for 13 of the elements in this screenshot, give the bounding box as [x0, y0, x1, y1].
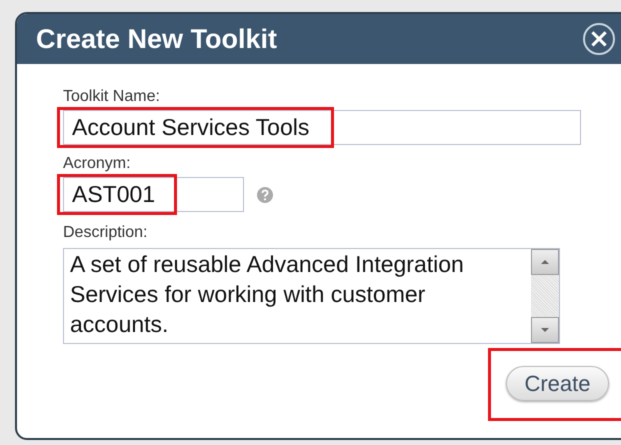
scrollbar[interactable] [531, 249, 559, 343]
help-icon[interactable] [256, 186, 274, 204]
description-field[interactable]: A set of reusable Advanced Integration Services for working with customer accounts. [63, 248, 560, 344]
field-label: Description: [63, 224, 148, 242]
close-button[interactable]: × [583, 23, 615, 55]
dialog-title: Create New Toolkit [36, 24, 278, 54]
field-label: Toolkit Name: [63, 88, 160, 106]
create-button[interactable]: Create [506, 366, 609, 401]
toolkit-name-field[interactable]: Account Services Tools [63, 110, 581, 145]
down-arrow-icon[interactable] [540, 327, 550, 333]
up-arrow-icon[interactable] [540, 259, 550, 265]
acronym-field[interactable]: AST001 [63, 177, 244, 212]
field-label: Acronym: [63, 155, 131, 173]
